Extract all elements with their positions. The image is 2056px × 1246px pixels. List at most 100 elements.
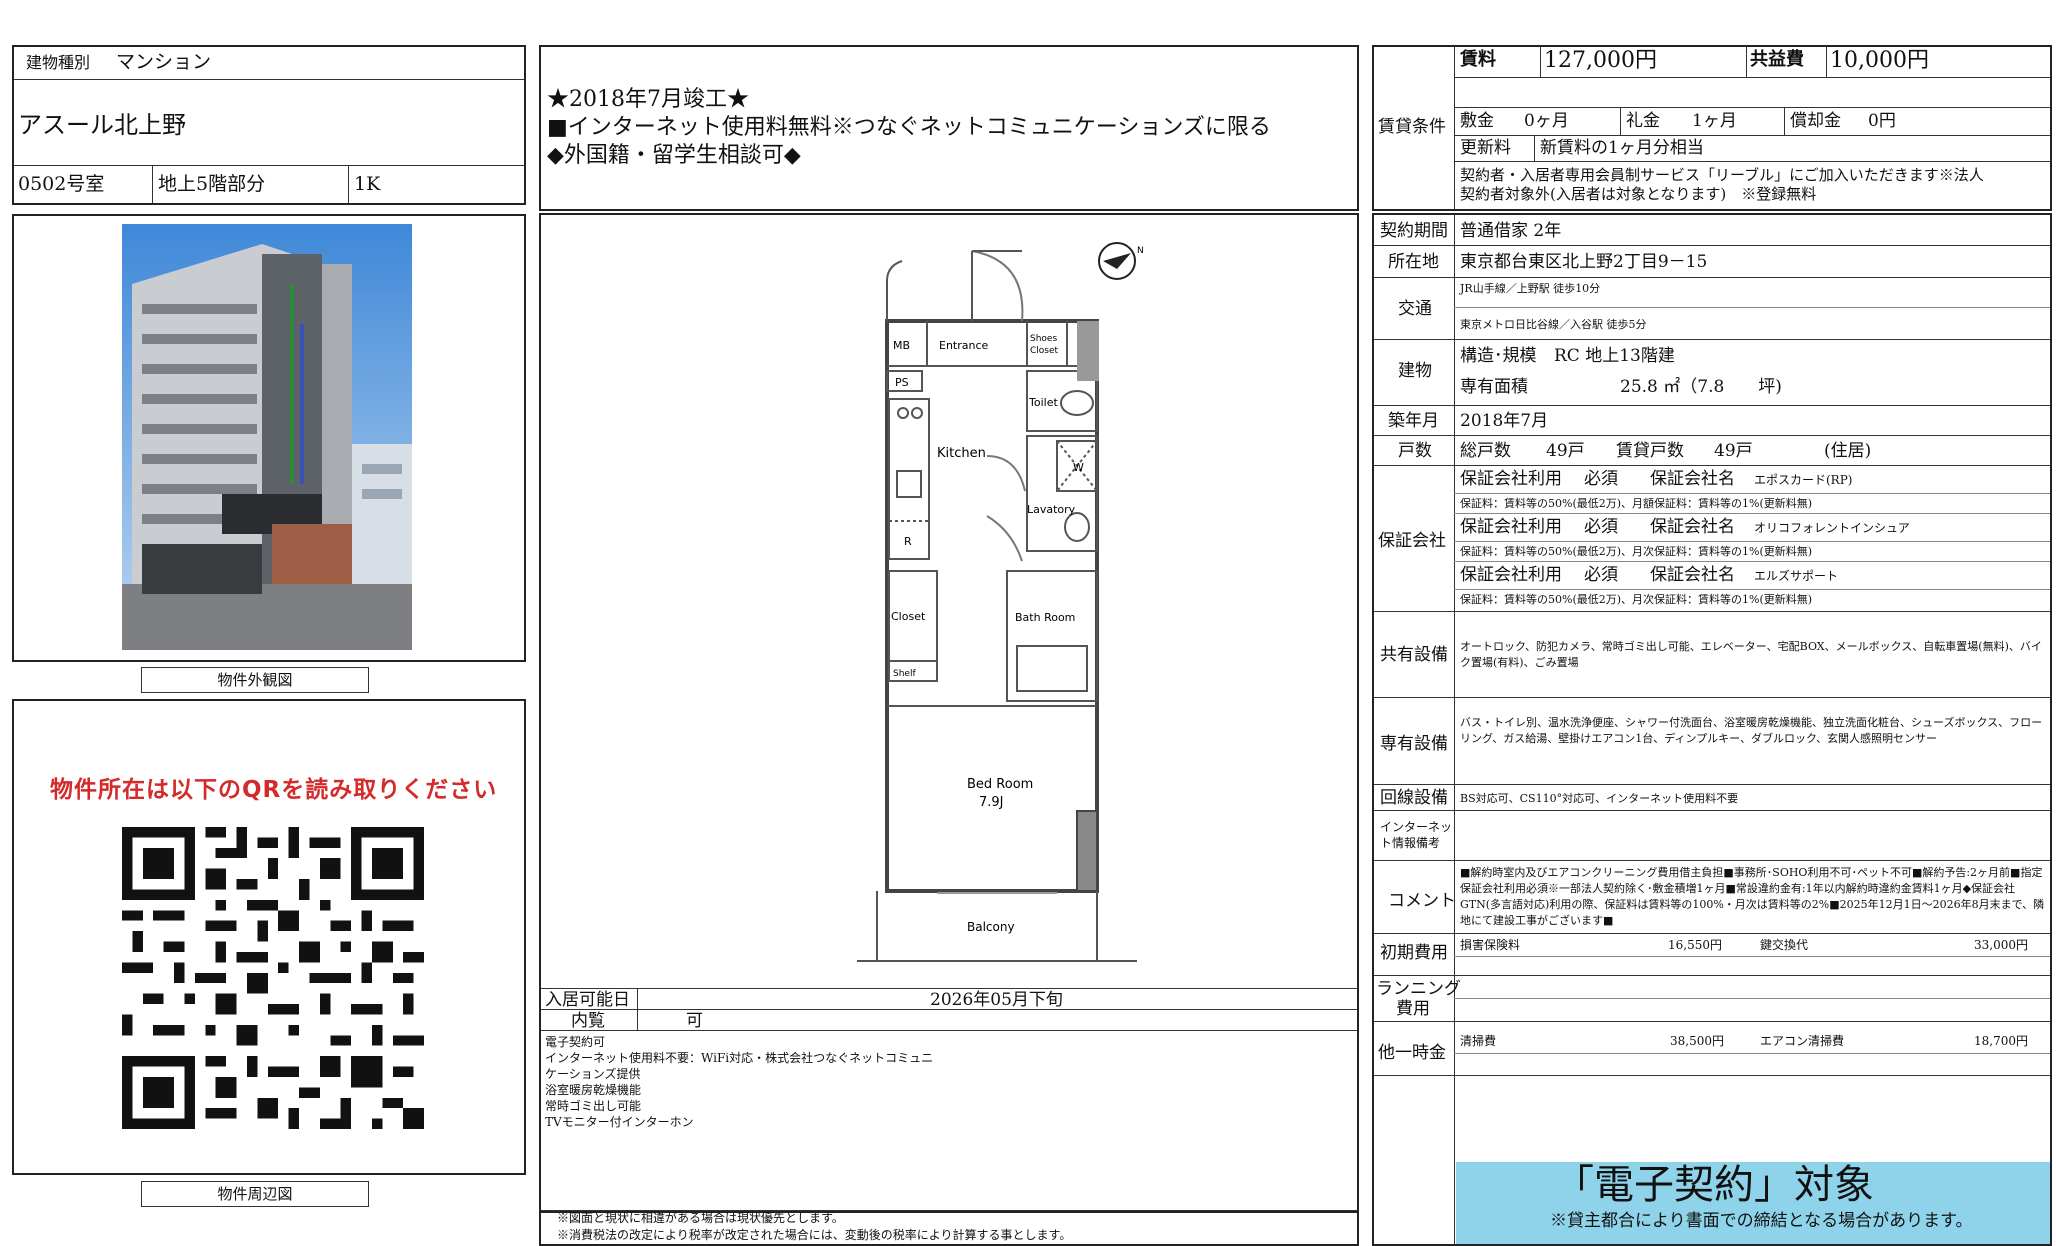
fp-shelf-label: Shelf	[893, 669, 916, 679]
cleaning-value: 38,500円	[1670, 1034, 1724, 1048]
membership-line-1: 契約者・入居者専用会員制サービス「リーブル」にご加入いただきます※法人	[1460, 166, 1984, 184]
fp-closet-label-2: Closet	[1030, 346, 1059, 356]
guarantee-label: 保証会社	[1378, 531, 1446, 551]
disclaimer-2: ※消費税法の改定により税率が改定された場合には、変動後の税率により計算する事とし…	[557, 1228, 1072, 1242]
fp-lavatory-label: Lavatory	[1027, 503, 1076, 516]
fp-r-label: R	[904, 535, 912, 548]
viewing-value: 可	[686, 1011, 703, 1031]
area-value: 25.8 ㎡（7.8 坪)	[1620, 377, 1782, 397]
structure-label: 構造･規模	[1460, 346, 1537, 366]
transport-label: 交通	[1398, 299, 1432, 319]
viewing-label: 内覧	[571, 1011, 605, 1031]
deposit-value: 0ヶ月	[1524, 111, 1569, 131]
move-in-value: 2026年05月下旬	[930, 990, 1063, 1010]
contract-period-value: 普通借家 2年	[1460, 221, 1562, 241]
building-name: アスール北上野	[18, 111, 186, 139]
building-label: 建物	[1398, 361, 1432, 381]
econtract-title: 「電子契約」対象	[1554, 1162, 1874, 1208]
guarantee-2-name-label: 保証会社名	[1650, 517, 1735, 537]
line-equipment-label: 回線設備	[1380, 788, 1448, 808]
structure-value: RC 地上13階建	[1554, 346, 1675, 366]
key-exchange-label: 鍵交換代	[1760, 938, 1809, 952]
deposit-label: 敷金	[1460, 111, 1494, 131]
guarantee-3-name-label: 保証会社名	[1650, 565, 1735, 585]
rental-conditions-box: 賃貸条件 賃料 127,000円 共益費 10,000円 敷金 0ヶ月 礼金 1…	[1372, 45, 2052, 211]
note-line: インターネット使用料不要：WiFi対応・株式会社つなぐネットコミュニ	[545, 1051, 934, 1065]
initial-cost-label: 初期費用	[1380, 943, 1448, 963]
notes-list: 電子契約可 インターネット使用料不要：WiFi対応・株式会社つなぐネットコミュニ…	[545, 1034, 933, 1130]
guarantee-1-use-value: 必須	[1584, 469, 1618, 489]
guarantee-3-name-value: エルズサポート	[1754, 569, 1839, 583]
shared-facilities-value: オートロック、防犯カメラ、常時ゴミ出し可能、エレベーター、宅配BOX、メールボッ…	[1460, 640, 2042, 669]
guarantee-2-use-value: 必須	[1584, 517, 1618, 537]
address-label: 所在地	[1388, 252, 1439, 272]
guarantee-3-use-label: 保証会社利用	[1460, 565, 1562, 585]
north-arrow-icon: N	[1098, 242, 1144, 280]
note-line: ケーションズ提供	[545, 1067, 641, 1081]
private-facilities-label: 専有設備	[1380, 734, 1448, 754]
comment-label: コメント	[1388, 891, 1456, 911]
move-in-label: 入居可能日	[545, 990, 630, 1010]
floorplan-box: MB Entrance Shoes Closet PS Toilet Kitch…	[539, 213, 1359, 1213]
building-exterior-photo	[122, 224, 412, 650]
renewal-label: 更新料	[1460, 138, 1511, 158]
other-cost-label: 他一時金	[1378, 1043, 1446, 1063]
amortization-value: 0円	[1868, 111, 1896, 131]
disclaimers-box: ※図面と現状に相違がある場合は現状優先とします。 ※消費税法の改定により税率が改…	[539, 1208, 1359, 1246]
highlights-box: ★2018年7月竣工★ ■インターネット使用料無料※つなぐネットコミュニケーショ…	[539, 45, 1359, 211]
running-cost-label-2: 費用	[1396, 999, 1430, 1019]
insurance-value: 16,550円	[1668, 938, 1722, 952]
renewal-value: 新賃料の1ヶ月分相当	[1540, 138, 1704, 158]
note-line: 常時ゴミ出し可能	[545, 1099, 642, 1113]
shared-facilities-label: 共有設備	[1380, 645, 1448, 665]
internet-notes-label-1: インターネッ	[1380, 820, 1453, 834]
room-number: 0502号室	[18, 173, 105, 195]
key-money-value: 1ヶ月	[1692, 111, 1737, 131]
total-units-label: 総戸数	[1460, 441, 1511, 461]
area-map-caption: 物件周辺図	[141, 1181, 369, 1207]
fp-w-label: W	[1073, 461, 1084, 474]
highlight-line-2: ■インターネット使用料無料※つなぐネットコミュニケーションズに限る	[547, 115, 1271, 140]
note-line: 電子契約可	[545, 1035, 606, 1049]
key-money-label: 礼金	[1626, 111, 1660, 131]
fp-bedroom-size: 7.9J	[979, 795, 1004, 810]
area-label: 専有面積	[1460, 377, 1528, 397]
exterior-photo-box	[12, 214, 526, 662]
transport-line-1: JR山手線／上野駅 徒歩10分	[1460, 282, 1601, 295]
building-type-label: 建物種別	[26, 53, 91, 72]
rental-units-value: 49戸	[1714, 441, 1753, 461]
comment-value: ■解約時室内及びエアコンクリーニング費用借主負担■事務所･SOHO利用不可･ペッ…	[1460, 866, 2045, 927]
common-fee-label: 共益費	[1750, 49, 1804, 70]
note-line: 浴室暖房乾燥機能	[545, 1083, 642, 1097]
fp-ps-label: PS	[895, 376, 909, 389]
area-map-box: 物件所在は以下のQRを読み取りください	[12, 699, 526, 1175]
contract-period-label: 契約期間	[1380, 221, 1448, 241]
common-fee-value: 10,000円	[1830, 48, 1929, 73]
guarantee-2-name-value: オリコフォレントインシュア	[1754, 521, 1910, 535]
membership-line-2: 契約者対象外(入居者は対象となります) ※登録無料	[1460, 185, 1817, 203]
guarantee-1-use-label: 保証会社利用	[1460, 469, 1562, 489]
transport-line-2: 東京メトロ日比谷線／入谷駅 徒歩5分	[1460, 318, 1647, 331]
guarantee-3-fee: 保証料：賃料等の50%(最低2万)、月次保証料：賃料等の1%(更新料無)	[1460, 593, 1813, 606]
ac-cleaning-label: エアコン清掃費	[1760, 1034, 1845, 1048]
built-label: 築年月	[1388, 411, 1439, 431]
running-cost-label-1: ランニング	[1376, 979, 1461, 999]
highlight-line-1: ★2018年7月竣工★	[547, 87, 749, 112]
exterior-photo-caption: 物件外観図	[141, 667, 369, 693]
rent-label: 賃料	[1460, 49, 1496, 70]
header-info-box: 建物種別 マンション アスール北上野 0502号室 地上5階部分 1K	[12, 45, 526, 205]
private-facilities-value: バス・トイレ別、温水洗浄便座、シャワー付洗面台、浴室暖房乾燥機能、独立洗面化粧台…	[1460, 716, 2043, 745]
room-layout: 1K	[354, 173, 381, 195]
fp-entrance-label: Entrance	[939, 339, 989, 352]
amortization-label: 償却金	[1790, 111, 1841, 131]
insurance-label: 損害保険料	[1460, 938, 1521, 952]
line-equipment-value: BS対応可、CS110°対応可、インターネット使用料不要	[1460, 792, 1739, 805]
cleaning-label: 清掃費	[1460, 1034, 1497, 1048]
svg-text:N: N	[1137, 246, 1144, 256]
location-qr-code[interactable]	[122, 827, 424, 1129]
highlight-line-3: ◆外国籍・留学生相談可◆	[547, 143, 801, 168]
fp-bedroom-label: Bed Room	[967, 777, 1033, 792]
rental-units-label: 賃貸戸数	[1616, 441, 1684, 461]
address-value: 東京都台東区北上野2丁目9－15	[1460, 252, 1708, 272]
fp-toilet-label: Toilet	[1028, 396, 1058, 409]
